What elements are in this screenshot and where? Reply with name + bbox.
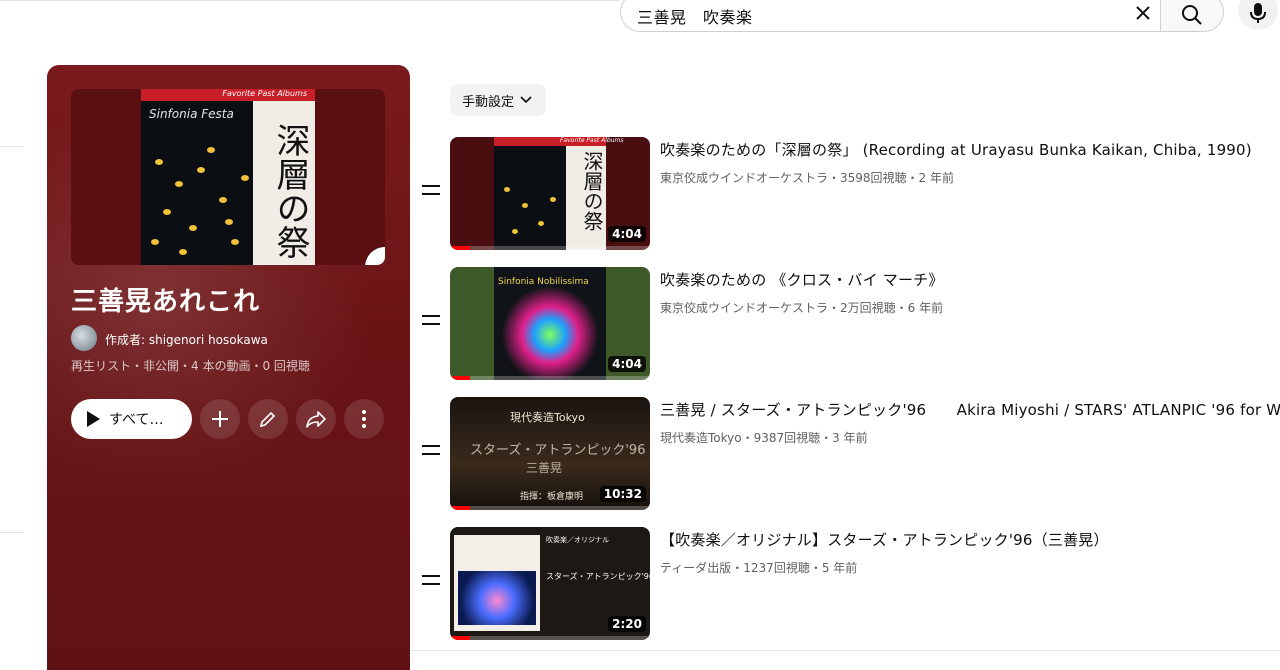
share-button[interactable]	[296, 399, 336, 439]
playlist-video-row[interactable]: 深層の祭 Favorite Past Albums 4:04 吹奏楽のための「深…	[418, 137, 1280, 253]
video-title[interactable]: 【吹奏楽／オリジナル】スターズ・アトランピック'96（三善晃）	[660, 529, 1280, 550]
thumb-category-text: 吹奏楽／オリジナル	[546, 536, 609, 544]
chevron-down-icon	[520, 96, 532, 104]
sidebar-divider	[0, 146, 24, 147]
video-thumbnail[interactable]: 現代奏造Tokyo スターズ・アトランピック'96 三善晃 指揮：板倉康明 10…	[450, 397, 650, 510]
thumb-title-text: Sinfonia Nobilissima	[498, 277, 589, 287]
search-icon	[1182, 5, 1202, 25]
search-query[interactable]: 三善晃 吹奏楽	[637, 4, 753, 28]
plus-icon	[212, 411, 228, 427]
sidebar-divider	[0, 532, 24, 533]
progress-bar	[450, 246, 470, 250]
pencil-icon	[259, 411, 276, 428]
thumb-composer-text: 三善晃	[526, 461, 563, 475]
top-divider	[0, 0, 620, 1]
video-title[interactable]: 吹奏楽のための 《クロス・バイ マーチ》	[660, 269, 1280, 290]
clear-search-button[interactable]	[1128, 0, 1158, 28]
progress-track	[450, 376, 650, 380]
playlist-header-panel: Favorite Past Albums Sinfonia Festa 深層の祭…	[47, 65, 410, 670]
video-meta: 東京佼成ウインドオーケストラ・3598回視聴・2 年前	[660, 171, 954, 185]
voice-search-button[interactable]	[1238, 0, 1278, 30]
album-white-band: 深層の祭	[253, 101, 315, 265]
playlist-video-row[interactable]: 吹奏楽／オリジナル スターズ・アトランピック'96 2:20 【吹奏楽／オリジナ…	[418, 527, 1280, 643]
video-thumbnail[interactable]: 吹奏楽／オリジナル スターズ・アトランピック'96 2:20	[450, 527, 650, 640]
video-thumbnail[interactable]: 深層の祭 Favorite Past Albums 4:04	[450, 137, 650, 250]
duration-badge: 4:04	[608, 226, 646, 242]
progress-track	[450, 506, 650, 510]
playlist-cover[interactable]: Favorite Past Albums Sinfonia Festa 深層の祭	[71, 89, 385, 265]
thumb-title-text: スターズ・アトランピック'96	[546, 572, 650, 581]
search-button[interactable]	[1160, 0, 1224, 32]
sort-label: 手動設定	[462, 94, 515, 110]
thumb-conductor-text: 指揮：板倉康明	[520, 492, 584, 502]
drag-handle-icon[interactable]	[422, 575, 440, 587]
edit-button[interactable]	[248, 399, 288, 439]
playlist-title: 三善晃あれこれ	[71, 287, 261, 317]
thumb-band-text: Favorite Past Albums	[560, 137, 624, 144]
playlist-author[interactable]: 作成者: shigenori hosokawa	[105, 331, 268, 348]
progress-track	[450, 246, 650, 250]
drag-handle-icon[interactable]	[422, 315, 440, 327]
playlist-video-row[interactable]: 現代奏造Tokyo スターズ・アトランピック'96 三善晃 指揮：板倉康明 10…	[418, 397, 1280, 513]
video-meta: ティーダ出版・1237回視聴・5 年前	[660, 561, 858, 575]
more-vert-icon	[362, 410, 366, 428]
album-art: Favorite Past Albums Sinfonia Festa 深層の祭	[141, 89, 315, 265]
pencil-icon	[382, 262, 385, 265]
more-options-button[interactable]	[344, 399, 384, 439]
add-button[interactable]	[200, 399, 240, 439]
duration-badge: 10:32	[599, 486, 646, 502]
progress-track	[450, 636, 650, 640]
edit-thumbnail-button[interactable]	[365, 247, 385, 265]
progress-bar	[450, 636, 470, 640]
album-title-text: Sinfonia Festa	[149, 107, 234, 121]
video-title[interactable]: 吹奏楽のための「深層の祭」 (Recording at Urayasu Bunk…	[660, 139, 1280, 160]
play-all-label: すべて…	[109, 412, 164, 428]
drag-handle-icon[interactable]	[422, 445, 440, 457]
thumb-title-text: 現代奏造Tokyo	[510, 411, 585, 424]
sort-dropdown[interactable]: 手動設定	[450, 84, 546, 116]
list-divider	[410, 650, 1280, 651]
play-all-button[interactable]: すべて…	[71, 399, 192, 439]
close-icon	[1136, 6, 1150, 20]
thumb-kanji: 深層の祭	[580, 151, 604, 231]
drag-handle-icon[interactable]	[422, 185, 440, 197]
album-band-text: Favorite Past Albums	[222, 89, 307, 98]
avatar[interactable]	[71, 325, 97, 351]
microphone-icon	[1250, 3, 1266, 23]
search-input[interactable]: 三善晃 吹奏楽	[620, 0, 1162, 32]
album-kanji-title: 深層の祭	[270, 123, 310, 259]
album-band: Favorite Past Albums	[141, 89, 315, 101]
share-icon	[306, 411, 326, 428]
thumb-subtitle-text: スターズ・アトランピック'96	[470, 443, 646, 458]
progress-bar	[450, 376, 470, 380]
progress-bar	[450, 506, 470, 510]
video-meta: 東京佼成ウインドオーケストラ・2万回視聴・6 年前	[660, 301, 944, 315]
duration-badge: 4:04	[608, 356, 646, 372]
play-icon	[87, 411, 100, 427]
video-thumbnail[interactable]: Sinfonia Nobilissima 4:04	[450, 267, 650, 380]
video-meta: 現代奏造Tokyo・9387回視聴・3 年前	[660, 431, 868, 445]
duration-badge: 2:20	[608, 616, 646, 632]
video-title[interactable]: 三善晃 / スターズ・アトランピック'96 Akira Miyoshi / ST…	[660, 399, 1280, 420]
playlist-video-row[interactable]: Sinfonia Nobilissima 4:04 吹奏楽のための 《クロス・バ…	[418, 267, 1280, 383]
playlist-meta: 再生リスト・非公開・4 本の動画・0 回視聴	[71, 359, 310, 373]
